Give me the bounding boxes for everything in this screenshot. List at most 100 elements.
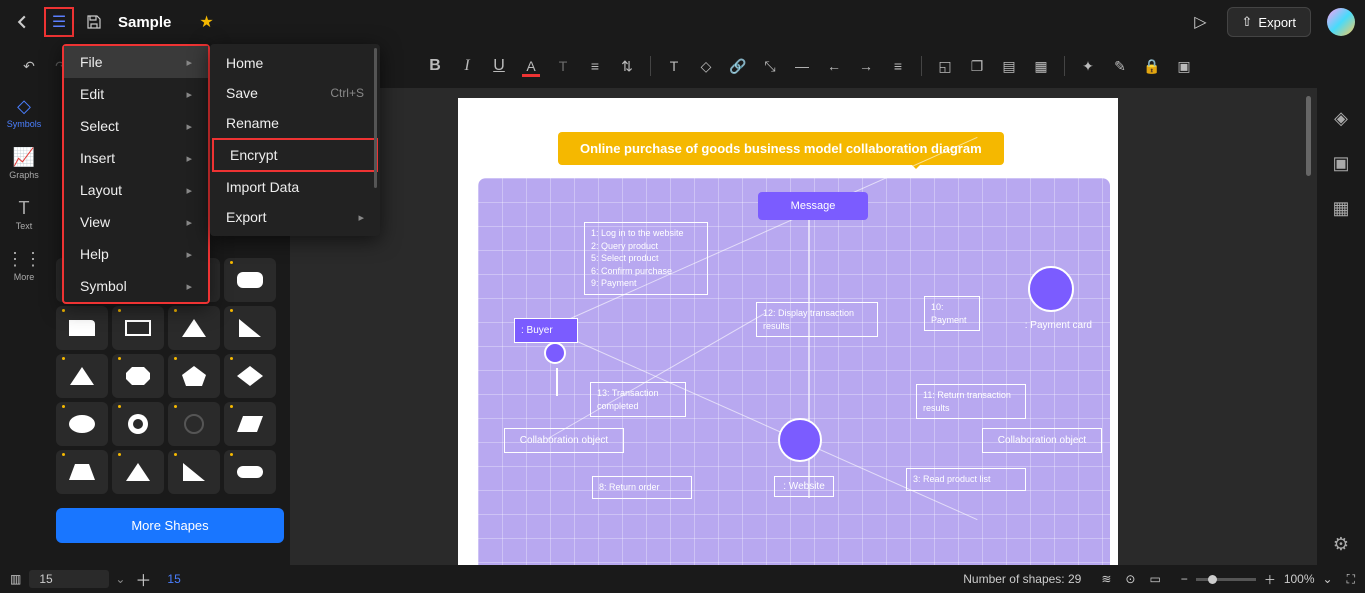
undo-button[interactable]: ↶	[16, 53, 42, 79]
more-shapes-button[interactable]: More Shapes	[56, 508, 284, 543]
shape-ellipse[interactable]	[56, 402, 108, 446]
line-spacing-button[interactable]: ⇅	[614, 53, 640, 79]
shape-circle-outline[interactable]	[168, 402, 220, 446]
connector-button[interactable]: ⤡	[757, 53, 783, 79]
menu-help[interactable]: Help▸	[64, 238, 208, 270]
note-11[interactable]: 11: Return transaction results	[916, 384, 1026, 419]
lock-button[interactable]: 🔒	[1139, 53, 1165, 79]
page-number[interactable]: 15	[167, 572, 180, 586]
arrow-start-button[interactable]: ←	[821, 53, 847, 79]
shape-parallelogram[interactable]	[224, 402, 276, 446]
pages-icon[interactable]: ▭	[1149, 572, 1160, 586]
shape-rect[interactable]	[112, 306, 164, 350]
buyer-label[interactable]: : Buyer	[514, 318, 578, 343]
message-node[interactable]: Message	[758, 192, 868, 220]
menu-view[interactable]: View▸	[64, 206, 208, 238]
menu-edit[interactable]: Edit▸	[64, 78, 208, 110]
shape-trapezoid[interactable]	[56, 450, 108, 494]
bold-button[interactable]: B	[422, 53, 448, 79]
zoom-slider[interactable]	[1196, 578, 1256, 581]
container-button[interactable]: ▣	[1171, 53, 1197, 79]
collab-object-right[interactable]: Collaboration object	[982, 428, 1102, 453]
note-login[interactable]: 1: Log in to the website 2: Query produc…	[584, 222, 708, 295]
arrow-end-button[interactable]: →	[853, 53, 879, 79]
grid-panel-button[interactable]: ▦	[1332, 198, 1349, 219]
shape-capsule[interactable]	[224, 450, 276, 494]
note-13[interactable]: 13: Transaction completed	[590, 382, 686, 417]
main-menu-button[interactable]: ☰	[44, 7, 74, 37]
menu-layout[interactable]: Layout▸	[64, 174, 208, 206]
focus-icon[interactable]: ⊙	[1125, 572, 1135, 586]
shape-tab[interactable]	[56, 306, 108, 350]
submenu-save[interactable]: SaveCtrl+S	[210, 78, 380, 108]
note-8[interactable]: 8: Return order	[592, 476, 692, 499]
edit-button[interactable]: ✎	[1107, 53, 1133, 79]
shape-triangle-3[interactable]	[112, 450, 164, 494]
play-button[interactable]: ▷	[1194, 12, 1206, 32]
align-objects-button[interactable]: ▤	[996, 53, 1022, 79]
shape-rounded-rect-4[interactable]	[224, 258, 276, 302]
italic-button[interactable]: I	[454, 53, 480, 79]
shape-right-triangle[interactable]	[224, 306, 276, 350]
clipboard-button[interactable]: ◱	[932, 53, 958, 79]
note-10[interactable]: 10: Payment	[924, 296, 980, 331]
chevron-down-icon[interactable]: ⌄	[1323, 572, 1333, 586]
website-node[interactable]: : Website	[774, 476, 834, 497]
copy-button[interactable]: ❐	[964, 53, 990, 79]
fullscreen-icon[interactable]: ⛶	[1347, 572, 1355, 587]
menu-file[interactable]: File▸	[64, 46, 208, 78]
rail-text[interactable]: TText	[16, 198, 33, 231]
line-weight-button[interactable]: ≡	[885, 53, 911, 79]
submenu-import-data[interactable]: Import Data	[210, 172, 380, 202]
submenu-rename[interactable]: Rename	[210, 108, 380, 138]
rail-more[interactable]: ⋮⋮More	[6, 249, 42, 282]
chevron-down-icon[interactable]: ⌄	[115, 572, 125, 586]
shape-pentagon[interactable]	[168, 354, 220, 398]
add-page-button[interactable]: ＋	[135, 567, 151, 591]
shape-triangle-up[interactable]	[56, 354, 108, 398]
fill-panel-button[interactable]: ◈	[1334, 108, 1348, 129]
distribute-button[interactable]: ▦	[1028, 53, 1054, 79]
export-button[interactable]: ⇧ Export	[1227, 7, 1311, 37]
menu-select[interactable]: Select▸	[64, 110, 208, 142]
font-color-button[interactable]: A	[518, 53, 544, 79]
center-node[interactable]	[778, 418, 822, 462]
text-tool-button[interactable]: T	[661, 53, 687, 79]
line-style-button[interactable]: —	[789, 53, 815, 79]
buyer-actor-icon[interactable]	[544, 342, 566, 364]
avatar[interactable]	[1327, 8, 1355, 36]
note-12[interactable]: 12: Display transaction results	[756, 302, 878, 337]
rail-graphs[interactable]: 📈Graphs	[9, 147, 39, 180]
save-icon[interactable]	[84, 12, 104, 32]
submenu-home[interactable]: Home	[210, 48, 380, 78]
shape-donut[interactable]	[112, 402, 164, 446]
menu-symbol[interactable]: Symbol▸	[64, 270, 208, 302]
text-format-button[interactable]: T	[550, 53, 576, 79]
layers-icon[interactable]: ≋	[1101, 572, 1111, 586]
menu-insert[interactable]: Insert▸	[64, 142, 208, 174]
collab-object-left[interactable]: Collaboration object	[504, 428, 624, 453]
underline-button[interactable]: U	[486, 53, 512, 79]
back-button[interactable]	[10, 10, 34, 34]
submenu-encrypt[interactable]: Encrypt	[212, 138, 378, 172]
star-icon[interactable]: ★	[199, 12, 213, 32]
ruler-icon[interactable]: ▥	[10, 572, 21, 586]
zoom-in-button[interactable]: ＋	[1264, 571, 1276, 588]
layers-panel-button[interactable]: ▣	[1332, 153, 1349, 174]
zoom-out-button[interactable]: −	[1181, 572, 1188, 586]
canvas[interactable]: Online purchase of goods business model …	[290, 88, 1317, 565]
submenu-export[interactable]: Export▸	[210, 202, 380, 232]
shape-tool-button[interactable]: ◇	[693, 53, 719, 79]
shape-octagon[interactable]	[112, 354, 164, 398]
rail-symbols[interactable]: ◇Symbols	[7, 96, 42, 129]
shape-right-triangle-2[interactable]	[168, 450, 220, 494]
effects-button[interactable]: ✦	[1075, 53, 1101, 79]
canvas-scrollbar[interactable]	[1306, 96, 1311, 176]
shape-diamond[interactable]	[224, 354, 276, 398]
note-3[interactable]: 3: Read product list	[906, 468, 1026, 491]
payment-card-node[interactable]	[1028, 266, 1074, 312]
zoom-value-input[interactable]: 15	[29, 570, 109, 588]
shape-triangle[interactable]	[168, 306, 220, 350]
settings-panel-button[interactable]: ⚙	[1333, 534, 1349, 555]
align-button[interactable]: ≡	[582, 53, 608, 79]
